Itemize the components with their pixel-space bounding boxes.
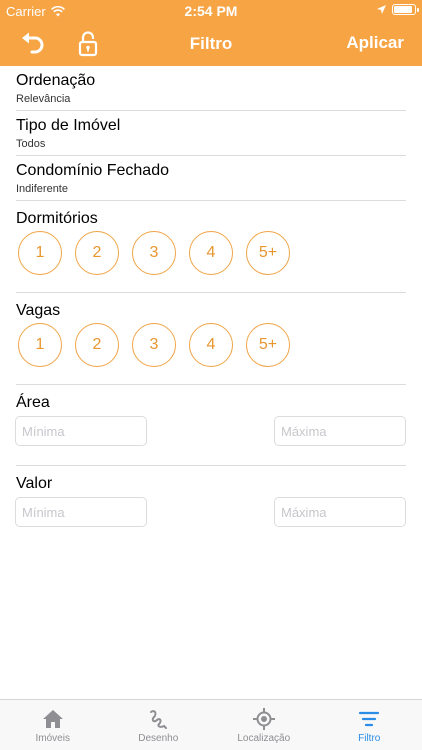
property-type-row[interactable]: Tipo de Imóvel Todos	[16, 111, 406, 156]
property-type-label: Tipo de Imóvel	[16, 117, 121, 134]
tab-bar: Imóveis Desenho Localização Filtro	[0, 699, 422, 750]
tab-filtro[interactable]: Filtro	[317, 700, 422, 750]
filter-form: Ordenação Relevância Tipo de Imóvel Todo…	[0, 66, 422, 547]
area-min-input[interactable]	[15, 416, 147, 446]
bedrooms-row: Dormitórios 1 2 3 4 5+	[16, 201, 406, 293]
tab-label: Desenho	[138, 733, 179, 744]
tab-imoveis[interactable]: Imóveis	[0, 700, 106, 750]
status-bar: Carrier 2:54 PM	[0, 0, 422, 22]
location-arrow-icon	[377, 5, 386, 14]
navigation-bar: Filtro Aplicar	[0, 22, 422, 66]
undo-icon[interactable]	[20, 32, 46, 56]
tab-localizacao[interactable]: Localização	[211, 700, 317, 750]
sort-order-label: Ordenação	[16, 72, 96, 89]
parking-label: Vagas	[16, 302, 61, 319]
parking-option-2[interactable]: 2	[75, 323, 119, 367]
home-icon	[42, 710, 63, 728]
area-label: Área	[16, 394, 50, 411]
tab-label: Filtro	[358, 733, 381, 744]
parking-option-4[interactable]: 4	[189, 323, 233, 367]
bedrooms-options: 1 2 3 4 5+	[18, 231, 290, 275]
bedrooms-option-1[interactable]: 1	[18, 231, 62, 275]
area-max-input[interactable]	[274, 416, 406, 446]
price-max-input[interactable]	[274, 497, 406, 527]
tab-desenho[interactable]: Desenho	[106, 700, 212, 750]
tab-label: Imóveis	[35, 733, 70, 744]
sort-order-row[interactable]: Ordenação Relevância	[16, 66, 406, 111]
bedrooms-option-2[interactable]: 2	[75, 231, 119, 275]
property-type-value: Todos	[16, 138, 46, 150]
gated-community-row[interactable]: Condomínio Fechado Indiferente	[16, 156, 406, 201]
apply-button[interactable]: Aplicar	[346, 33, 404, 53]
bedrooms-option-4[interactable]: 4	[189, 231, 233, 275]
filter-icon	[359, 711, 380, 727]
battery-fill	[394, 6, 413, 13]
parking-option-3[interactable]: 3	[132, 323, 176, 367]
bedrooms-option-5plus[interactable]: 5+	[246, 231, 290, 275]
lock-icon[interactable]	[78, 31, 98, 57]
bedrooms-label: Dormitórios	[16, 210, 98, 227]
parking-options: 1 2 3 4 5+	[18, 323, 290, 367]
status-right	[377, 4, 419, 15]
area-row: Área	[15, 385, 406, 466]
parking-option-1[interactable]: 1	[18, 323, 62, 367]
parking-option-5plus[interactable]: 5+	[246, 323, 290, 367]
price-row: Valor	[15, 466, 406, 547]
price-label: Valor	[16, 475, 53, 492]
draw-icon	[150, 710, 168, 729]
price-min-input[interactable]	[15, 497, 147, 527]
status-time: 2:54 PM	[184, 3, 238, 19]
gated-community-value: Indiferente	[16, 183, 68, 195]
parking-row: Vagas 1 2 3 4 5+	[16, 293, 406, 385]
tab-label: Localização	[237, 733, 291, 744]
battery-icon	[392, 4, 419, 15]
sort-order-value: Relevância	[16, 93, 71, 105]
gated-community-label: Condomínio Fechado	[16, 162, 169, 179]
location-target-icon	[252, 708, 275, 730]
bedrooms-option-3[interactable]: 3	[132, 231, 176, 275]
